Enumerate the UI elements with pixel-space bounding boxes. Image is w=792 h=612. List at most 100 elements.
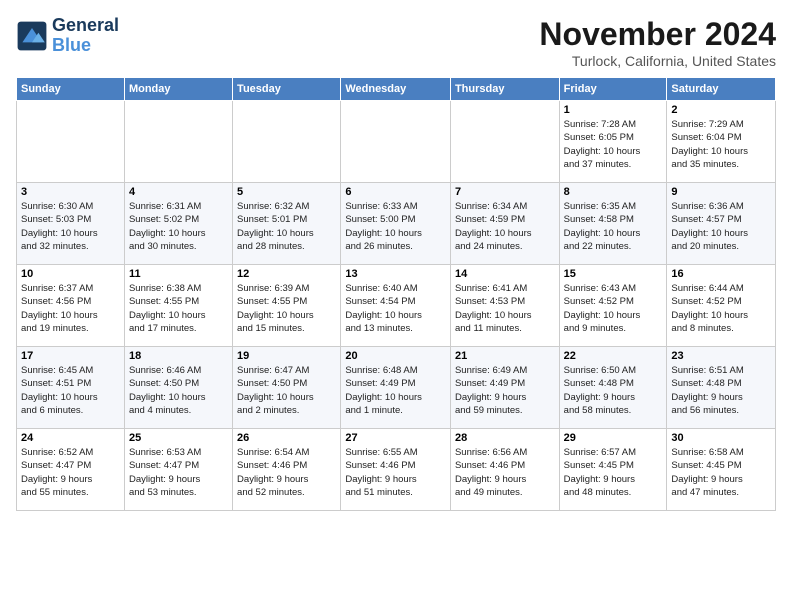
day-cell-2: 2Sunrise: 7:29 AM Sunset: 6:04 PM Daylig… (667, 101, 776, 183)
day-info: Sunrise: 6:56 AM Sunset: 4:46 PM Dayligh… (455, 446, 555, 499)
day-number: 26 (237, 432, 336, 444)
day-cell-1: 1 Sunrise: 7:28 AM Sunset: 6:05 PM Daylig… (559, 101, 667, 183)
day-info: Sunrise: 6:58 AM Sunset: 4:45 PM Dayligh… (671, 446, 771, 499)
day-info: Sunrise: 6:32 AM Sunset: 5:01 PM Dayligh… (237, 200, 336, 253)
day-cell-12: 12Sunrise: 6:39 AM Sunset: 4:55 PM Dayli… (233, 265, 341, 347)
day-cell-30: 30 Sunrise: 6:58 AM Sunset: 4:45 PM Dayli… (667, 429, 776, 511)
day-info: Sunrise: 6:52 AM Sunset: 4:47 PM Dayligh… (21, 446, 120, 499)
day-info: Sunrise: 6:51 AM Sunset: 4:48 PM Dayligh… (671, 364, 771, 417)
title-block: November 2024 Turlock, California, Unite… (539, 16, 776, 69)
day-cell-22: 22Sunrise: 6:50 AM Sunset: 4:48 PM Dayli… (559, 347, 667, 429)
day-info: Sunrise: 6:39 AM Sunset: 4:55 PM Dayligh… (237, 282, 336, 335)
logo-text: General Blue (52, 16, 119, 56)
day-number: 30 (671, 432, 771, 444)
day-cell-18: 18 Sunrise: 6:46 AM Sunset: 4:50 PM Dayli… (124, 347, 232, 429)
column-header-thursday: Thursday (450, 78, 559, 101)
day-info: Sunrise: 7:28 AM Sunset: 6:05 PM Dayligh… (564, 118, 663, 171)
day-cell-16: 16 Sunrise: 6:44 AM Sunset: 4:52 PM Dayli… (667, 265, 776, 347)
column-header-sunday: Sunday (17, 78, 125, 101)
location: Turlock, California, United States (539, 53, 776, 69)
day-cell-29: 29 Sunrise: 6:57 AM Sunset: 4:45 PM Dayli… (559, 429, 667, 511)
day-cell-11: 11 Sunrise: 6:38 AM Sunset: 4:55 PM Dayli… (124, 265, 232, 347)
day-info: Sunrise: 6:46 AM Sunset: 4:50 PM Dayligh… (129, 364, 228, 417)
day-info: Sunrise: 6:55 AM Sunset: 4:46 PM Dayligh… (345, 446, 446, 499)
empty-cell (450, 101, 559, 183)
day-number: 6 (345, 186, 446, 198)
day-info: Sunrise: 6:57 AM Sunset: 4:45 PM Dayligh… (564, 446, 663, 499)
day-cell-19: 19 Sunrise: 6:47 AM Sunset: 4:50 PM Dayli… (233, 347, 341, 429)
day-number: 17 (21, 350, 120, 362)
calendar-table: SundayMondayTuesdayWednesdayThursdayFrid… (16, 77, 776, 511)
day-number: 19 (237, 350, 336, 362)
day-number: 1 (564, 104, 663, 116)
day-number: 20 (345, 350, 446, 362)
day-number: 27 (345, 432, 446, 444)
column-header-wednesday: Wednesday (341, 78, 451, 101)
empty-cell (233, 101, 341, 183)
day-cell-8: 8Sunrise: 6:35 AM Sunset: 4:58 PM Daylig… (559, 183, 667, 265)
day-info: Sunrise: 6:43 AM Sunset: 4:52 PM Dayligh… (564, 282, 663, 335)
column-header-friday: Friday (559, 78, 667, 101)
day-cell-4: 4 Sunrise: 6:31 AM Sunset: 5:02 PM Daylig… (124, 183, 232, 265)
day-cell-14: 14 Sunrise: 6:41 AM Sunset: 4:53 PM Dayli… (450, 265, 559, 347)
day-number: 18 (129, 350, 228, 362)
day-number: 5 (237, 186, 336, 198)
day-info: Sunrise: 6:44 AM Sunset: 4:52 PM Dayligh… (671, 282, 771, 335)
day-cell-7: 7 Sunrise: 6:34 AM Sunset: 4:59 PM Daylig… (450, 183, 559, 265)
day-cell-10: 10 Sunrise: 6:37 AM Sunset: 4:56 PM Dayli… (17, 265, 125, 347)
day-info: Sunrise: 6:30 AM Sunset: 5:03 PM Dayligh… (21, 200, 120, 253)
empty-cell (124, 101, 232, 183)
day-cell-20: 20 Sunrise: 6:48 AM Sunset: 4:49 PM Dayli… (341, 347, 451, 429)
day-number: 13 (345, 268, 446, 280)
day-number: 24 (21, 432, 120, 444)
day-cell-9: 9 Sunrise: 6:36 AM Sunset: 4:57 PM Daylig… (667, 183, 776, 265)
day-number: 4 (129, 186, 228, 198)
empty-cell (341, 101, 451, 183)
day-number: 16 (671, 268, 771, 280)
day-cell-15: 15 Sunrise: 6:43 AM Sunset: 4:52 PM Dayli… (559, 265, 667, 347)
day-number: 14 (455, 268, 555, 280)
column-header-saturday: Saturday (667, 78, 776, 101)
day-cell-24: 24 Sunrise: 6:52 AM Sunset: 4:47 PM Dayli… (17, 429, 125, 511)
day-info: Sunrise: 6:48 AM Sunset: 4:49 PM Dayligh… (345, 364, 446, 417)
logo: General Blue (16, 16, 119, 56)
day-cell-5: 5 Sunrise: 6:32 AM Sunset: 5:01 PM Daylig… (233, 183, 341, 265)
day-cell-28: 28Sunrise: 6:56 AM Sunset: 4:46 PM Dayli… (450, 429, 559, 511)
day-cell-21: 21Sunrise: 6:49 AM Sunset: 4:49 PM Dayli… (450, 347, 559, 429)
day-number: 9 (671, 186, 771, 198)
day-info: Sunrise: 6:41 AM Sunset: 4:53 PM Dayligh… (455, 282, 555, 335)
month-title: November 2024 (539, 16, 776, 53)
day-info: Sunrise: 6:31 AM Sunset: 5:02 PM Dayligh… (129, 200, 228, 253)
day-number: 11 (129, 268, 228, 280)
day-info: Sunrise: 6:37 AM Sunset: 4:56 PM Dayligh… (21, 282, 120, 335)
day-number: 3 (21, 186, 120, 198)
day-number: 21 (455, 350, 555, 362)
day-info: Sunrise: 6:47 AM Sunset: 4:50 PM Dayligh… (237, 364, 336, 417)
day-info: Sunrise: 6:45 AM Sunset: 4:51 PM Dayligh… (21, 364, 120, 417)
column-header-monday: Monday (124, 78, 232, 101)
day-cell-27: 27 Sunrise: 6:55 AM Sunset: 4:46 PM Dayli… (341, 429, 451, 511)
day-number: 22 (564, 350, 663, 362)
day-cell-26: 26Sunrise: 6:54 AM Sunset: 4:46 PM Dayli… (233, 429, 341, 511)
day-info: Sunrise: 6:36 AM Sunset: 4:57 PM Dayligh… (671, 200, 771, 253)
day-cell-23: 23 Sunrise: 6:51 AM Sunset: 4:48 PM Dayli… (667, 347, 776, 429)
day-number: 10 (21, 268, 120, 280)
day-number: 15 (564, 268, 663, 280)
day-info: Sunrise: 6:34 AM Sunset: 4:59 PM Dayligh… (455, 200, 555, 253)
day-number: 2 (671, 104, 771, 116)
day-number: 29 (564, 432, 663, 444)
day-cell-25: 25Sunrise: 6:53 AM Sunset: 4:47 PM Dayli… (124, 429, 232, 511)
day-info: Sunrise: 6:38 AM Sunset: 4:55 PM Dayligh… (129, 282, 228, 335)
empty-cell (17, 101, 125, 183)
day-number: 8 (564, 186, 663, 198)
day-number: 23 (671, 350, 771, 362)
day-cell-6: 6 Sunrise: 6:33 AM Sunset: 5:00 PM Daylig… (341, 183, 451, 265)
day-number: 7 (455, 186, 555, 198)
day-cell-13: 13 Sunrise: 6:40 AM Sunset: 4:54 PM Dayli… (341, 265, 451, 347)
page-header: General Blue November 2024 Turlock, Cali… (16, 16, 776, 69)
day-info: Sunrise: 6:40 AM Sunset: 4:54 PM Dayligh… (345, 282, 446, 335)
logo-icon (16, 20, 48, 52)
day-info: Sunrise: 6:53 AM Sunset: 4:47 PM Dayligh… (129, 446, 228, 499)
day-info: Sunrise: 6:33 AM Sunset: 5:00 PM Dayligh… (345, 200, 446, 253)
day-cell-3: 3 Sunrise: 6:30 AM Sunset: 5:03 PM Daylig… (17, 183, 125, 265)
